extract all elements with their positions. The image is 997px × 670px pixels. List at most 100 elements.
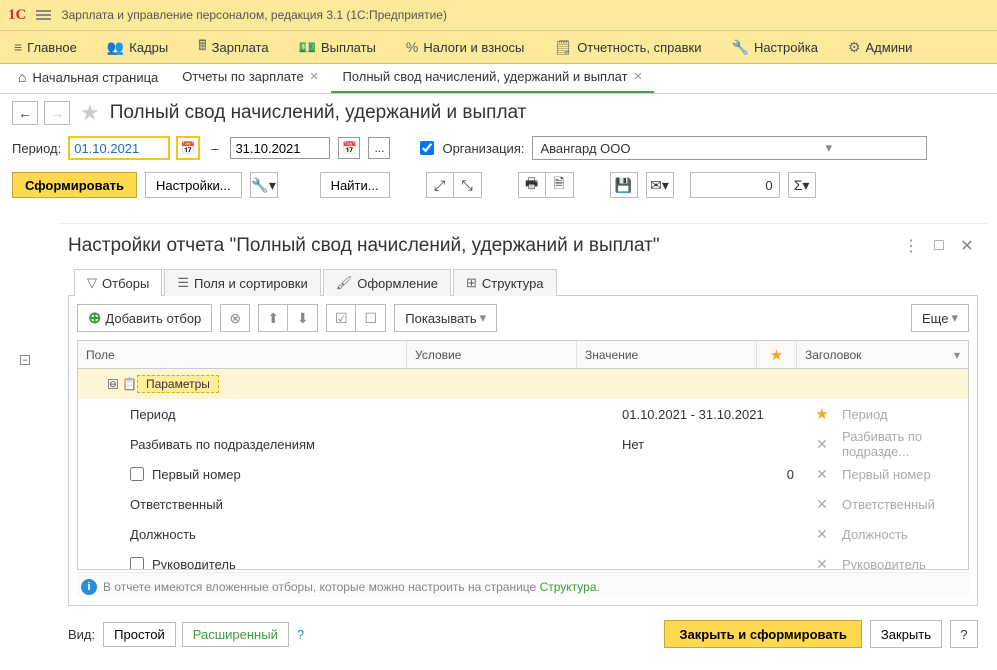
add-filter-button[interactable]: ⊕Добавить отбор <box>77 304 212 332</box>
wrench-icon-button[interactable]: 🔧▾ <box>250 172 278 198</box>
menu-lines-icon: ≡ <box>14 39 22 55</box>
document-tabs: ⌂Начальная страница Отчеты по зарплате× … <box>0 64 997 94</box>
x-icon[interactable]: ✕ <box>816 556 828 570</box>
collapse-icon-button[interactable]: ⤡ <box>454 172 482 198</box>
print-button[interactable]: 🖶 <box>518 172 546 198</box>
nav-zarplata[interactable]: 🖩Зарплата <box>190 31 276 63</box>
grid-body[interactable]: ⊖ 📋 Параметры Период 01.10.2021 - 31.10.… <box>78 369 968 569</box>
main-nav: ≡Главное 👥Кадры 🖩Зарплата 💵Выплаты %Нало… <box>0 31 997 64</box>
settings-button[interactable]: Настройки... <box>145 172 242 198</box>
star-icon[interactable]: ★ <box>815 406 828 423</box>
close-button[interactable]: Закрыть <box>870 620 942 648</box>
calendar-from-button[interactable]: 📅 <box>177 137 199 159</box>
tab-design[interactable]: 🖌Оформление <box>323 269 451 296</box>
close-icon[interactable]: × <box>310 68 319 85</box>
email-button[interactable]: ✉▾ <box>646 172 674 198</box>
collapse-icon[interactable]: ⊖ <box>108 379 118 389</box>
nav-vyplaty[interactable]: 💵Выплаты <box>291 35 384 60</box>
close-dialog-icon[interactable]: ✕ <box>956 235 978 257</box>
sum-button[interactable]: Σ▾ <box>788 172 816 198</box>
params-chip: Параметры <box>137 375 219 393</box>
tree-collapse-icon[interactable]: − <box>20 355 30 365</box>
tab-structure[interactable]: ⊞Структура <box>453 269 557 296</box>
x-icon[interactable]: ✕ <box>816 526 828 542</box>
view-extended-button[interactable]: Расширенный <box>182 622 289 647</box>
help-button[interactable]: ? <box>950 620 978 648</box>
page-nav: ← → ★ Полный свод начислений, удержаний … <box>12 100 985 126</box>
dialog-title: Настройки отчета "Полный свод начислений… <box>68 235 894 257</box>
gear-icon: ⚙ <box>848 39 861 56</box>
org-select[interactable]: Авангард ООО ▾ <box>532 136 927 160</box>
date-to-input[interactable] <box>230 137 330 159</box>
nav-nalogi[interactable]: %Налоги и взносы <box>398 35 533 59</box>
date-from-input[interactable] <box>69 137 169 159</box>
dialog-body: ⊕Добавить отбор ⊗ ⬆ ⬇ ☑ ☐ Показывать▾ Ещ… <box>68 296 978 606</box>
view-simple-button[interactable]: Простой <box>103 622 176 647</box>
show-button[interactable]: Показывать▾ <box>394 304 497 332</box>
info-bar: i В отчете имеются вложенные отборы, кот… <box>77 572 969 597</box>
nav-admin[interactable]: ⚙Админи <box>840 35 920 60</box>
more-icon[interactable]: ⋮ <box>900 235 922 257</box>
calendar-to-button[interactable]: 📅 <box>338 137 360 159</box>
structure-icon: ⊞ <box>466 275 477 291</box>
org-checkbox[interactable] <box>420 141 434 155</box>
x-icon[interactable]: ✕ <box>816 496 828 512</box>
table-row[interactable]: Должность ✕ Должность <box>78 519 968 549</box>
save-button[interactable]: 💾 <box>610 172 638 198</box>
x-icon[interactable]: ✕ <box>816 436 828 452</box>
back-button[interactable]: ← <box>12 101 38 125</box>
check-all-button[interactable]: ☑ <box>326 304 356 332</box>
forward-button[interactable]: → <box>44 101 70 125</box>
tab-svod[interactable]: Полный свод начислений, удержаний и выпл… <box>331 62 655 93</box>
col-condition[interactable]: Условие <box>407 341 577 368</box>
find-button[interactable]: Найти... <box>320 172 390 198</box>
more-button[interactable]: Еще▾ <box>911 304 969 332</box>
table-row[interactable]: Ответственный ✕ Ответственный <box>78 489 968 519</box>
chevron-down-icon[interactable]: ▾ <box>730 140 924 156</box>
uncheck-all-button[interactable]: ☐ <box>356 304 386 332</box>
tab-fields[interactable]: ☰Поля и сортировки <box>164 269 320 296</box>
table-row[interactable]: Первый номер 0 ✕ Первый номер <box>78 459 968 489</box>
x-icon[interactable]: ✕ <box>816 466 828 482</box>
help-link[interactable]: ? <box>297 627 304 642</box>
settings-dialog: Настройки отчета "Полный свод начислений… <box>58 223 988 660</box>
col-field[interactable]: Поле <box>78 341 407 368</box>
bills-icon: 💵 <box>299 39 316 56</box>
period-label: Период: <box>12 141 61 156</box>
tab-reports[interactable]: Отчеты по зарплате× <box>170 62 330 93</box>
form-button[interactable]: Сформировать <box>12 172 137 198</box>
col-title[interactable]: Заголовок▾ <box>797 341 968 368</box>
nav-otchet[interactable]: 🗒Отчетность, справки <box>546 35 709 60</box>
move-up-button[interactable]: ⬆ <box>258 304 288 332</box>
preview-button[interactable]: 🗎 <box>546 172 574 198</box>
favorite-icon[interactable]: ★ <box>80 100 100 126</box>
close-and-form-button[interactable]: Закрыть и сформировать <box>664 620 862 648</box>
structure-link[interactable]: Структура <box>540 580 597 594</box>
report-toolbar: Сформировать Настройки... 🔧▾ Найти... ⤢ … <box>12 172 985 198</box>
nav-kadry[interactable]: 👥Кадры <box>99 35 176 60</box>
table-row[interactable]: Период 01.10.2021 - 31.10.2021 ★ Период <box>78 399 968 429</box>
hamburger-icon[interactable] <box>36 8 51 22</box>
period-picker-button[interactable]: ... <box>368 137 390 159</box>
row-checkbox[interactable] <box>130 557 144 569</box>
col-value[interactable]: Значение <box>577 341 757 368</box>
brush-icon: 🖌 <box>336 275 353 291</box>
filter-icon: ▽ <box>87 275 97 291</box>
page-title: Полный свод начислений, удержаний и выпл… <box>110 102 527 124</box>
close-icon[interactable]: × <box>634 68 643 85</box>
nav-menu[interactable]: ≡Главное <box>6 35 85 59</box>
grid-header: Поле Условие Значение ★ Заголовок▾ <box>78 341 968 369</box>
col-star[interactable]: ★ <box>757 341 797 368</box>
star-icon: ★ <box>770 346 783 364</box>
tab-filters[interactable]: ▽Отборы <box>74 269 162 296</box>
table-row[interactable]: Разбивать по подразделениям Нет ✕ Разбив… <box>78 429 968 459</box>
maximize-icon[interactable]: □ <box>928 235 950 257</box>
delete-filter-button[interactable]: ⊗ <box>220 304 250 332</box>
tab-home[interactable]: ⌂Начальная страница <box>6 63 170 93</box>
nav-nastroyka[interactable]: 🔧Настройка <box>724 35 826 60</box>
move-down-button[interactable]: ⬇ <box>288 304 318 332</box>
params-row[interactable]: ⊖ 📋 Параметры <box>78 369 968 399</box>
expand-icon-button[interactable]: ⤢ <box>426 172 454 198</box>
row-checkbox[interactable] <box>130 467 144 481</box>
table-row[interactable]: Руководитель ✕ Руководитель <box>78 549 968 569</box>
